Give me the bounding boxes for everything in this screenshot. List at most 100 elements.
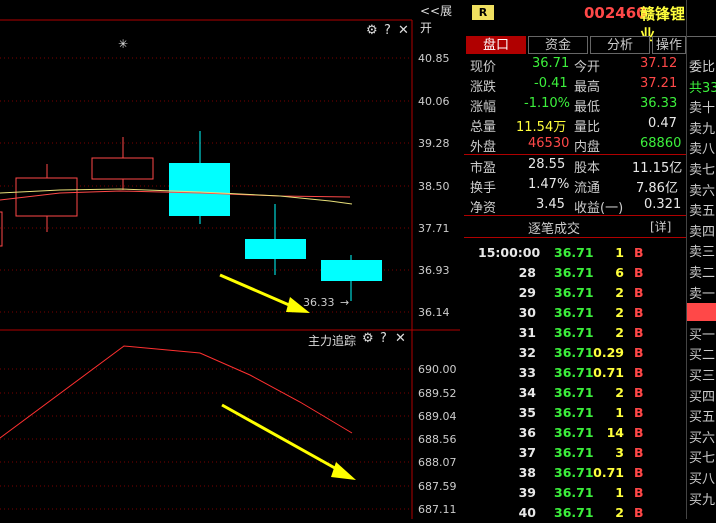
indicator-gear-icon[interactable]: ⚙: [362, 331, 374, 346]
trade-price: 36.71: [554, 505, 594, 520]
tab-caozuo[interactable]: 操作: [652, 36, 686, 54]
trade-side: B: [634, 325, 644, 340]
indicator-y-axis: 690.00 689.52 689.04 688.56 688.07 687.5…: [418, 363, 457, 516]
gear-icon[interactable]: ⚙: [366, 23, 378, 38]
svg-text:37.71: 37.71: [418, 222, 450, 235]
trade-volume: 14: [606, 425, 624, 440]
badge: R: [472, 5, 494, 20]
indicator-grid: [0, 368, 412, 510]
trade-price: 36.71: [554, 445, 594, 460]
trade-row: 35 36.71 1 B: [464, 403, 686, 423]
trade-price: 36.71: [554, 345, 594, 360]
orderbook-label: 卖八: [689, 142, 716, 158]
trade-time: 33: [518, 365, 536, 380]
orderbook-label: 买三: [689, 369, 716, 384]
orderbook-label: 买七: [689, 451, 716, 467]
trade-volume: 0.71: [593, 465, 624, 480]
quote-panel: R 002460 赣锋锂业 盘口 资金 分析 操作 现价 36.71 今开 37…: [464, 0, 686, 520]
indicator-close-icon[interactable]: ✕: [395, 331, 406, 346]
trade-row: 37 36.71 3 B: [464, 443, 686, 463]
quote-row-3: 涨幅 -1.10% 最低 36.33: [470, 96, 678, 115]
chart-area[interactable]: 36.33 → ✳ 40.85 40.06 39.28 38.50 37.71 …: [0, 0, 460, 519]
trade-row: 34 36.71 2 B: [464, 383, 686, 403]
trade-price: 36.71: [554, 465, 594, 480]
trade-volume: 2: [615, 285, 624, 300]
trade-time: 32: [518, 345, 536, 360]
low-marker-arrow: →: [340, 296, 349, 309]
orderbook-label: 共33: [689, 80, 716, 96]
svg-text:689.04: 689.04: [418, 410, 457, 423]
close-icon[interactable]: ✕: [398, 23, 409, 38]
trade-price: 36.71: [554, 385, 594, 400]
trade-time: 29: [518, 285, 536, 300]
trade-volume: 1: [615, 245, 624, 260]
trade-side: B: [634, 285, 644, 300]
candle-2: [91, 157, 154, 180]
orderbook-label: 卖二: [689, 266, 716, 281]
trade-price: 36.71: [554, 245, 594, 260]
orderbook-label: 卖三: [689, 245, 716, 261]
trade-side: B: [634, 425, 644, 440]
tab-zijin[interactable]: 资金: [528, 36, 588, 54]
orderbook-label: 委比: [689, 60, 716, 75]
kline-y-axis: 40.85 40.06 39.28 38.50 37.71 36.93 36.1…: [418, 52, 450, 319]
quote-row-2: 涨跌 -0.41 最高 37.21: [470, 76, 678, 95]
trade-row: 15:00:00 36.71 1 B: [464, 243, 686, 263]
trade-price: 36.71: [554, 265, 594, 280]
trade-price: 36.71: [554, 365, 594, 380]
trades-header: 逐笔成交: [528, 222, 581, 237]
svg-text:36.14: 36.14: [418, 306, 450, 319]
svg-text:40.85: 40.85: [418, 52, 450, 65]
quote-row-1: 现价 36.71 今开 37.12: [470, 56, 678, 75]
trade-price: 36.71: [554, 285, 594, 300]
trade-volume: 2: [615, 305, 624, 320]
tab-pankou[interactable]: 盘口: [466, 36, 526, 54]
orderbook-label: 卖五: [689, 204, 716, 220]
indicator-help-icon[interactable]: ?: [380, 331, 387, 346]
svg-text:36.93: 36.93: [418, 264, 450, 277]
trade-price: 36.71: [554, 425, 594, 440]
star-icon: ✳: [118, 37, 128, 51]
trade-time: 15:00:00: [478, 245, 541, 260]
trade-volume: 1: [615, 485, 624, 500]
tab-fenxi[interactable]: 分析: [590, 36, 650, 54]
trade-row: 30 36.71 2 B: [464, 303, 686, 323]
trade-row: 33 36.71 0.71 B: [464, 363, 686, 383]
orderbook-label: 买六: [689, 430, 716, 446]
orderbook-label: 卖七: [689, 163, 716, 178]
svg-text:688.07: 688.07: [418, 456, 457, 469]
candles: [0, 131, 382, 301]
expand-button[interactable]: <<展开: [420, 2, 460, 36]
trade-volume: 0.29: [593, 345, 624, 360]
kline-svg[interactable]: 36.33 → ✳ 40.85 40.06 39.28 38.50 37.71 …: [0, 0, 460, 519]
svg-text:689.52: 689.52: [418, 387, 457, 400]
trade-row: 39 36.71 1 B: [464, 483, 686, 503]
help-icon[interactable]: ?: [384, 23, 391, 38]
orderbook-label: 卖一: [689, 286, 716, 302]
trade-side: B: [634, 505, 644, 520]
trade-time: 38: [518, 465, 536, 480]
svg-text:39.28: 39.28: [418, 137, 450, 150]
trades-detail-link[interactable]: [详]: [650, 218, 671, 235]
trade-side: B: [634, 245, 644, 260]
candle-3: [169, 163, 230, 216]
trade-row: 36 36.71 14 B: [464, 423, 686, 443]
svg-text:687.11: 687.11: [418, 503, 457, 516]
trade-volume: 3: [615, 445, 624, 460]
trade-time: 37: [518, 445, 536, 460]
orderbook-label: 卖九: [689, 121, 716, 137]
trade-time: 31: [518, 325, 536, 340]
orderbook-label: 卖四: [689, 224, 716, 240]
trade-side: B: [634, 385, 644, 400]
candle-5: [321, 260, 382, 281]
svg-text:40.06: 40.06: [418, 95, 450, 108]
trade-time: 36: [518, 425, 536, 440]
orderbook-label: 买九: [689, 492, 716, 508]
trade-side: B: [634, 305, 644, 320]
trade-side: B: [634, 345, 644, 360]
trade-side: B: [634, 365, 644, 380]
orderbook-label: 买八: [689, 472, 716, 487]
quote-row-7: 换手 1.47% 流通 7.86亿: [470, 177, 678, 196]
orderbook-label: 买一: [689, 327, 716, 343]
trade-time: 40: [518, 505, 536, 520]
